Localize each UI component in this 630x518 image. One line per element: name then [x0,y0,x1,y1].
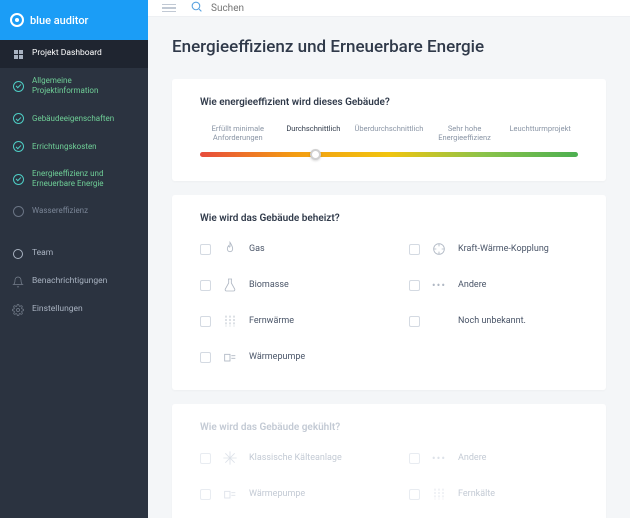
option-label: Gas [249,244,265,254]
heatpump-icon [221,348,239,366]
option-label: Kraft-Wärme-Kopplung [458,244,549,254]
checkbox [200,489,211,500]
heating-option-chp[interactable]: Kraft-Wärme-Kopplung [409,240,578,258]
checkbox[interactable] [200,244,211,255]
grid-icon [12,48,24,60]
more-icon: ••• [430,449,448,467]
sidebar-label: Benachrichtigungen [32,276,107,287]
page-title: Energieeffizienz und Erneuerbare Energie [172,37,606,57]
sidebar-label: Wassereffizienz [32,206,88,216]
sidebar-label: Gebäudeeigenschaften [32,114,114,124]
option-label: Wärmepumpe [249,352,305,362]
heating-option-unknown[interactable]: Noch unbekannt. [409,312,578,330]
scale-level[interactable]: Überdurchschnittlich [351,124,427,142]
sidebar-item-general-info[interactable]: Allgemeine Projektinformation [0,68,148,105]
sidebar-label: Projekt Dashboard [32,48,102,59]
heating-option-heatpump[interactable]: Wärmepumpe [200,348,369,366]
sidebar-item-settings[interactable]: Einstellungen [0,296,148,324]
logo-mark-icon [10,13,24,27]
sidebar-label: Allgemeine Projektinformation [32,76,136,97]
heating-card: Wie wird das Gebäude beheizt? Gas Biomas… [172,195,606,390]
efficiency-slider-knob[interactable] [310,149,321,160]
sidebar-item-costs[interactable]: Errichtungskosten [0,133,148,161]
option-label: Biomasse [249,280,289,290]
option-label: Klassische Kälteanlage [249,453,342,463]
heating-option-other[interactable]: ••• Andere [409,276,578,294]
checkbox[interactable] [200,280,211,291]
checkbox[interactable] [409,316,420,327]
check-circle-icon [12,141,24,153]
efficiency-scale-labels: Erfüllt minimale Anforderungen Durchschn… [200,124,578,142]
sidebar-label: Einstellungen [32,304,83,315]
option-label: Fernwärme [249,316,294,326]
checkbox[interactable] [409,244,420,255]
sidebar-item-energy[interactable]: Energieeffizienz und Erneuerbare Energie [0,161,148,198]
snowflake-icon [221,449,239,467]
efficiency-slider-track[interactable] [200,152,578,157]
check-circle-icon [12,173,24,185]
scale-level[interactable]: Leuchtturmprojekt [502,124,578,142]
cooling-option-other: ••• Andere [409,449,578,467]
app-name: blue auditor [30,14,88,27]
cogeneration-icon [430,240,448,258]
option-label: Andere [458,280,486,290]
checkbox [200,453,211,464]
sidebar-item-building-props[interactable]: Gebäudeeigenschaften [0,105,148,133]
heat-waves-icon [221,312,239,330]
heating-option-district[interactable]: Fernwärme [200,312,369,330]
check-circle-icon [12,113,24,125]
checkbox[interactable] [409,280,420,291]
heatpump-icon [221,485,239,503]
option-label: Andere [458,453,486,463]
check-circle-icon [12,80,24,92]
checkbox[interactable] [200,352,211,363]
cooling-option-heatpump: Wärmepumpe [200,485,369,503]
team-icon [12,248,24,260]
sidebar-item-team[interactable]: Team [0,240,148,268]
scale-level[interactable]: Durchschnittlich [276,124,352,142]
checkbox [409,489,420,500]
sidebar-label: Energieeffizienz und Erneuerbare Energie [32,169,136,190]
cooling-option-district-cold: Fernkälte [409,485,578,503]
cooling-question: Wie wird das Gebäude gekühlt? [200,422,578,433]
bell-icon [12,276,24,288]
cooling-card: Wie wird das Gebäude gekühlt? Klassische… [172,404,606,518]
heating-question: Wie wird das Gebäude beheizt? [200,213,578,224]
sidebar-item-water[interactable]: Wassereffizienz [0,198,148,226]
placeholder-icon [430,312,448,330]
scale-level[interactable]: Sehr hohe Energieeffizienz [427,124,503,142]
checkbox[interactable] [200,316,211,327]
heating-option-gas[interactable]: Gas [200,240,369,258]
flame-icon [221,240,239,258]
scale-level[interactable]: Erfüllt minimale Anforderungen [200,124,276,142]
check-circle-icon [12,206,24,218]
search-icon [190,0,203,16]
efficiency-card: Wie energieeffizient wird dieses Gebäude… [172,79,606,181]
menu-toggle-icon[interactable] [162,4,176,13]
efficiency-question: Wie energieeffizient wird dieses Gebäude… [200,97,578,108]
more-icon: ••• [430,276,448,294]
cooling-option-classic: Klassische Kälteanlage [200,449,369,467]
checkbox [409,453,420,464]
option-label: Wärmepumpe [249,489,305,499]
app-logo[interactable]: blue auditor [0,0,148,40]
search-wrap [190,0,344,16]
heating-option-biomass[interactable]: Biomasse [200,276,369,294]
option-label: Noch unbekannt. [458,316,526,326]
flask-icon [221,276,239,294]
sidebar-item-notifications[interactable]: Benachrichtigungen [0,268,148,296]
sidebar-item-dashboard[interactable]: Projekt Dashboard [0,40,148,68]
search-input[interactable] [211,3,344,14]
sidebar-label: Team [32,248,53,259]
gear-icon [12,304,24,316]
sidebar-label: Errichtungskosten [32,142,97,152]
option-label: Fernkälte [458,489,495,499]
topbar [148,0,630,17]
heat-waves-icon [430,485,448,503]
